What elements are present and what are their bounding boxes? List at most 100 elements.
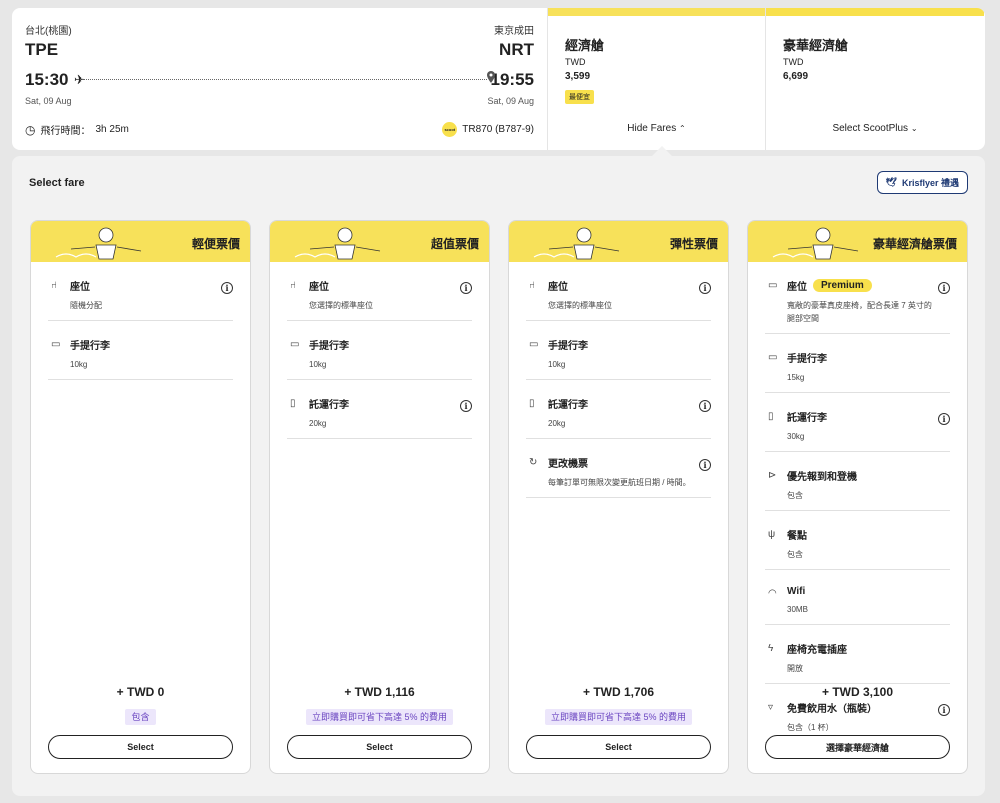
power-icon: ϟ: [768, 643, 774, 654]
fare-benefit-item: ▭ 手提行李 15kg: [765, 334, 950, 393]
benefit-description: 30MB: [787, 605, 808, 614]
krisflyer-bird-icon: 🕊: [885, 177, 897, 187]
cabin-bag-icon: ▭: [51, 339, 61, 350]
benefit-name: 餐點: [787, 531, 807, 542]
benefit-description: 20kg: [548, 419, 566, 428]
scoot-logo: scoot: [442, 122, 458, 137]
promo-text: 包含: [125, 709, 156, 725]
chevron-up-icon: ⌃: [678, 124, 686, 133]
fare-total-price: + TWD 3,100: [821, 685, 894, 699]
depart-time: 15:30: [25, 70, 69, 89]
cabin-premium-economy[interactable]: 豪華經濟艙 TWD 6,699 Select ScootPlus ⌄: [765, 8, 984, 150]
benefit-description: 10kg: [548, 360, 566, 369]
fare-card: 豪華經濟艙票價 ▭ 座位 Premium 寬敞的豪華真皮座椅，配合長達 7 英寸的…: [747, 220, 968, 774]
fare-promo: 立即購買即可省下高達 5% 的費用: [509, 707, 728, 725]
fare-illustration: [772, 227, 859, 260]
fare-benefit-item: ▭ 手提行李 10kg: [287, 321, 472, 380]
chevron-down-icon: ⌄: [910, 124, 918, 133]
fare-benefit-item: ▯ 託運行李 20kg i: [287, 380, 472, 439]
premium-seat-icon: ▭: [768, 280, 778, 291]
origin-code: TPE: [25, 40, 59, 59]
fare-title: 輕便票價: [191, 237, 240, 251]
hide-fares-button[interactable]: Hide Fares ⌃: [548, 123, 765, 134]
benefit-name: 座位: [309, 282, 329, 293]
seat-icon: ⑁: [529, 280, 535, 291]
benefit-name: 手提行李: [787, 354, 827, 365]
benefit-name: 座椅充電插座: [787, 645, 847, 656]
fare-benefit-item: ψ 餐點 包含: [765, 511, 950, 570]
arrive-time: 19:55: [490, 70, 534, 89]
benefit-description: 開放: [787, 664, 803, 673]
panel-title: Select fare: [29, 177, 85, 189]
fare-benefit-item: ▭ 手提行李 10kg: [526, 321, 711, 380]
checked-bag-icon: ▯: [529, 398, 535, 409]
benefit-name: 更改機票: [548, 459, 588, 470]
benefit-name: 託運行李: [548, 400, 588, 411]
cabin-bag-icon: ▭: [529, 339, 539, 350]
cabin-currency: TWD: [783, 57, 804, 67]
fare-card-header: 豪華經濟艙票價: [748, 221, 967, 262]
benefit-name: 免費飲用水（瓶裝）: [787, 704, 877, 715]
fare-benefit-item: ϟ 座椅充電插座 開放: [765, 625, 950, 684]
benefit-name: 座位: [70, 282, 90, 293]
select-fare-button[interactable]: Select: [526, 735, 711, 759]
select-fare-button[interactable]: Select: [287, 735, 472, 759]
seat-icon: ⑁: [290, 280, 296, 291]
benefit-description: 包含: [787, 491, 803, 500]
change-flight-icon: ↻: [529, 457, 538, 468]
info-icon[interactable]: i: [221, 282, 233, 294]
cabin-economy[interactable]: 經濟艙 TWD 3,599 最便宜 Hide Fares ⌃: [547, 8, 765, 150]
fares-panel: Select fare 🕊 Krisflyer 禮遇 輕便票價 ⑁ 座位 隨機分…: [12, 156, 985, 796]
checked-bag-icon: ▯: [768, 411, 774, 422]
select-fare-button[interactable]: 選擇豪華經濟艙: [765, 735, 950, 759]
fare-card-header: 超值票價: [270, 221, 489, 262]
select-fare-button[interactable]: Select: [48, 735, 233, 759]
fare-title: 彈性票價: [669, 237, 718, 251]
info-icon[interactable]: i: [460, 282, 472, 294]
fare-card: 超值票價 ⑁ 座位 您選擇的標準座位 i ▭ 手提行李 10kg ▯ 託運行李 …: [269, 220, 490, 774]
water-icon: ▿: [768, 702, 774, 713]
fare-benefit-item: ⑁ 座位 您選擇的標準座位 i: [287, 262, 472, 321]
info-icon[interactable]: i: [938, 282, 950, 294]
fare-benefit-item: ⑁ 座位 您選擇的標準座位 i: [526, 262, 711, 321]
checked-bag-icon: ▯: [290, 398, 296, 409]
promo-text: 立即購買即可省下高達 5% 的費用: [305, 709, 453, 725]
flight-number: scoot TR870 (B787-9): [442, 122, 534, 137]
fare-promo: 立即購買即可省下高達 5% 的費用: [270, 707, 489, 725]
benefit-name: 優先報到和登機: [787, 472, 857, 483]
cabin-stripe: [766, 8, 984, 16]
info-icon[interactable]: i: [699, 400, 711, 412]
fare-card: 彈性票價 ⑁ 座位 您選擇的標準座位 i ▭ 手提行李 10kg ▯ 託運行李 …: [508, 220, 729, 774]
duration-label: 飛行時間：: [40, 126, 91, 137]
benefit-description: 包含（1 杯）: [787, 723, 834, 732]
fare-benefits-list: ⑁ 座位 您選擇的標準座位 i ▭ 手提行李 10kg ▯ 託運行李 20kg …: [509, 262, 728, 498]
clock-icon: ◷: [25, 122, 36, 137]
info-icon[interactable]: i: [938, 413, 950, 425]
fare-benefit-item: ◠ Wifi 30MB: [765, 570, 950, 625]
fare-card-header: 彈性票價: [509, 221, 728, 262]
promo-text: 立即購買即可省下高達 5% 的費用: [544, 709, 692, 725]
select-scootplus-label: Select ScootPlus: [832, 123, 909, 134]
fare-benefit-item: ▭ 座位 Premium 寬敞的豪華真皮座椅，配合長達 7 英寸的腿部空間 i: [765, 262, 950, 334]
premium-badge: Premium: [813, 279, 872, 292]
meal-icon: ψ: [768, 529, 776, 540]
origin-city: 台北(桃園): [25, 26, 72, 37]
flight-duration: ◷ 飛行時間： 3h 25m: [25, 122, 129, 138]
fare-benefit-item: ↻ 更改機票 每筆訂單可無限次變更航班日期 / 時間。 i: [526, 439, 711, 498]
fare-benefit-item: ▭ 手提行李 10kg: [48, 321, 233, 380]
info-icon[interactable]: i: [460, 400, 472, 412]
benefit-description: 您選擇的標準座位: [548, 301, 612, 310]
fare-title: 豪華經濟艙票價: [872, 237, 957, 251]
depart-date: Sat, 09 Aug: [25, 96, 72, 106]
fare-card: 輕便票價 ⑁ 座位 隨機分配 i ▭ 手提行李 10kg + TWD 0 包含 Se…: [30, 220, 251, 774]
info-icon[interactable]: i: [938, 704, 950, 716]
benefit-name: Wifi: [787, 586, 806, 597]
benefit-description: 30kg: [787, 432, 805, 441]
info-icon[interactable]: i: [699, 459, 711, 471]
select-scootplus-button[interactable]: Select ScootPlus ⌄: [766, 123, 984, 134]
krisflyer-button[interactable]: 🕊 Krisflyer 禮遇: [876, 171, 968, 194]
cabin-name: 經濟艙: [565, 38, 605, 53]
fare-benefits-list: ⑁ 座位 您選擇的標準座位 i ▭ 手提行李 10kg ▯ 託運行李 20kg …: [270, 262, 489, 439]
info-icon[interactable]: i: [699, 282, 711, 294]
fare-total-price: + TWD 0: [116, 685, 165, 699]
